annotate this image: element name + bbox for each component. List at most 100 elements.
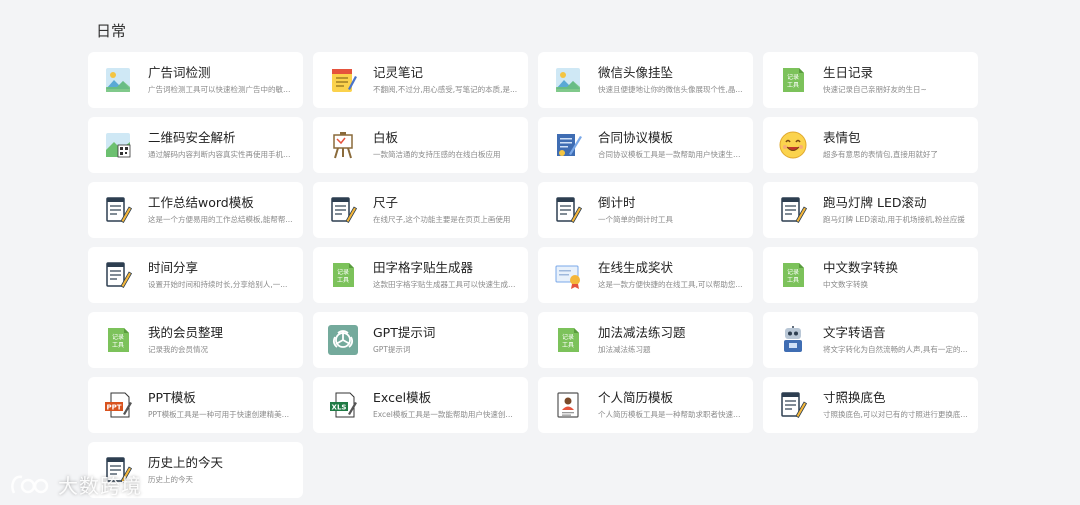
- tool-description: 快速且便捷地让你的微信头像展现个性,晶...: [598, 85, 743, 94]
- tools-page: 日常 广告词检测 广告词检测工具可以快速检测广告中的敏感词... 记灵笔记 不翻…: [0, 0, 1080, 505]
- tool-name: 微信头像挂坠: [598, 65, 674, 80]
- record-tool-icon: 记录 工具: [777, 64, 809, 96]
- svg-text:记录: 记录: [337, 268, 349, 276]
- tool-description: 历史上的今天: [148, 475, 193, 484]
- tool-description: 快速记录自己亲朋好友的生日~: [823, 85, 927, 94]
- tool-name: 合同协议模板: [598, 130, 674, 145]
- tool-card[interactable]: 记录 工具 加法减法练习题 加法减法练习题: [538, 312, 753, 368]
- tool-name: Excel模板: [373, 390, 432, 405]
- tool-card[interactable]: 文字转语音 将文字转化为自然流畅的人声,具有一定的...: [763, 312, 978, 368]
- svg-text:工具: 工具: [112, 342, 124, 349]
- tool-card[interactable]: 记录 工具 田字格字贴生成器 这款田字格字贴生成器工具可以快速生成定...: [313, 247, 528, 303]
- tool-card[interactable]: 合同协议模板 合同协议模板工具是一款帮助用户快速生成...: [538, 117, 753, 173]
- tool-card[interactable]: 记录 工具 生日记录 快速记录自己亲朋好友的生日~: [763, 52, 978, 108]
- tool-name: 尺子: [373, 195, 399, 210]
- tools-grid: 广告词检测 广告词检测工具可以快速检测广告中的敏感词... 记灵笔记 不翻阅,不…: [88, 52, 978, 498]
- tool-name: 倒计时: [598, 195, 636, 210]
- certificate-award-icon: [552, 259, 584, 291]
- robot-icon: [777, 324, 809, 356]
- tool-card[interactable]: 跑马灯牌 LED滚动 跑马灯牌 LED滚动,用于机场接机,粉丝应援: [763, 182, 978, 238]
- tool-card[interactable]: 寸照换底色 寸照换底色,可以对已有的寸照进行更换底色。: [763, 377, 978, 433]
- tool-description: 加法减法练习题: [598, 345, 651, 354]
- tool-name: 工作总结word模板: [148, 195, 254, 210]
- tool-description: 这款田字格字贴生成器工具可以快速生成定...: [373, 280, 518, 289]
- tool-name: 二维码安全解析: [148, 130, 236, 145]
- record-tool-icon: 记录 工具: [552, 324, 584, 356]
- tool-card[interactable]: 倒计时 一个简单的倒计时工具: [538, 182, 753, 238]
- tool-description: Excel模板工具是一款能帮助用户快速创建...: [373, 410, 518, 419]
- tool-name: 白板: [373, 130, 399, 145]
- tool-card[interactable]: 表情包 超多有意思的表情包,直接用就好了: [763, 117, 978, 173]
- document-pen-icon: [102, 259, 134, 291]
- tool-card[interactable]: 记灵笔记 不翻阅,不过分,用心感受,写笔记的本质,是...: [313, 52, 528, 108]
- watermark-text: 大数跨境: [58, 474, 142, 498]
- document-pen-icon: [102, 194, 134, 226]
- ppt-file-icon: PPT: [102, 389, 134, 421]
- tool-card[interactable]: PPT PPT模板 PPT模板工具是一种可用于快速创建精美的演...: [88, 377, 303, 433]
- tool-card[interactable]: 白板 一款简洁通的支持压感的在线白板应用: [313, 117, 528, 173]
- tool-name: 中文数字转换: [823, 260, 899, 275]
- tool-description: 超多有意思的表情包,直接用就好了: [823, 150, 938, 159]
- svg-text:记录: 记录: [112, 333, 124, 341]
- document-pen-icon: [777, 194, 809, 226]
- tool-description: 个人简历模板工具是一种帮助求职者快速创...: [598, 410, 743, 419]
- record-tool-icon: 记录 工具: [102, 324, 134, 356]
- tool-card[interactable]: 工作总结word模板 这是一个方便易用的工作总结模板,能帮帮...: [88, 182, 303, 238]
- notepad-icon: [327, 64, 359, 96]
- tool-name: 时间分享: [148, 260, 199, 275]
- tool-card[interactable]: 尺子 在线尺子,这个功能主要是在页页上画使用: [313, 182, 528, 238]
- svg-text:记录: 记录: [787, 73, 799, 81]
- tool-name: 跑马灯牌 LED滚动: [823, 195, 927, 210]
- smiley-emoji-icon: [777, 129, 809, 161]
- watermark-logo-icon: [11, 475, 49, 494]
- tool-card[interactable]: 广告词检测 广告词检测工具可以快速检测广告中的敏感词...: [88, 52, 303, 108]
- tool-card[interactable]: 时间分享 设置开始时间和持续时长,分享给别人,一...: [88, 247, 303, 303]
- tool-description: 寸照换底色,可以对已有的寸照进行更换底色。: [823, 410, 968, 419]
- record-tool-icon: 记录 工具: [777, 259, 809, 291]
- tool-description: 一款简洁通的支持压感的在线白板应用: [373, 150, 501, 159]
- tool-name: 生日记录: [823, 65, 874, 80]
- tool-card[interactable]: 记录 工具 中文数字转换 中文数字转换: [763, 247, 978, 303]
- tool-description: 记录我的会员情况: [148, 345, 208, 354]
- tool-name: 寸照换底色: [823, 390, 886, 405]
- tool-description: 不翻阅,不过分,用心感受,写笔记的本质,是...: [373, 85, 518, 94]
- tool-description: PPT模板工具是一种可用于快速创建精美的演...: [148, 410, 293, 419]
- section-title: 日常: [96, 22, 127, 40]
- tool-description: 将文字转化为自然流畅的人声,具有一定的...: [823, 345, 968, 354]
- qr-image-icon: [102, 129, 134, 161]
- tool-name: 田字格字贴生成器: [373, 260, 474, 275]
- svg-text:记录: 记录: [562, 333, 574, 341]
- svg-text:工具: 工具: [562, 342, 574, 349]
- tool-card[interactable]: XLS Excel模板 Excel模板工具是一款能帮助用户快速创建...: [313, 377, 528, 433]
- resume-person-icon: [552, 389, 584, 421]
- svg-text:工具: 工具: [787, 277, 799, 284]
- tool-description: 在线尺子,这个功能主要是在页页上画使用: [373, 215, 511, 224]
- tool-description: 一个简单的倒计时工具: [598, 215, 673, 224]
- tool-card[interactable]: 个人简历模板 个人简历模板工具是一种帮助求职者快速创...: [538, 377, 753, 433]
- tool-description: 跑马灯牌 LED滚动,用于机场接机,粉丝应援: [823, 215, 965, 224]
- svg-text:工具: 工具: [787, 82, 799, 89]
- tool-name: 文字转语音: [823, 325, 886, 340]
- tool-name: 历史上的今天: [148, 455, 224, 470]
- tool-card[interactable]: 微信头像挂坠 快速且便捷地让你的微信头像展现个性,晶...: [538, 52, 753, 108]
- document-pen-icon: [552, 194, 584, 226]
- tool-card[interactable]: 记录 工具 我的会员整理 记录我的会员情况: [88, 312, 303, 368]
- svg-text:记录: 记录: [787, 268, 799, 276]
- watermark: 大数跨境: [8, 470, 142, 499]
- svg-text:工具: 工具: [337, 277, 349, 284]
- contract-document-icon: [552, 129, 584, 161]
- tool-name: 记灵笔记: [373, 65, 424, 80]
- tool-card[interactable]: GPT提示词 GPT提示词: [313, 312, 528, 368]
- document-pen-icon: [777, 389, 809, 421]
- tool-description: GPT提示词: [373, 345, 411, 354]
- tool-card[interactable]: 二维码安全解析 通过解码内容判断内容真实性再使用手机扫...: [88, 117, 303, 173]
- tool-description: 通过解码内容判断内容真实性再使用手机扫...: [148, 150, 293, 159]
- tool-name: PPT模板: [148, 390, 196, 405]
- tool-description: 设置开始时间和持续时长,分享给别人,一...: [148, 280, 288, 289]
- tool-card[interactable]: 在线生成奖状 这是一款方便快捷的在线工具,可以帮助您...: [538, 247, 753, 303]
- whiteboard-easel-icon: [327, 129, 359, 161]
- tool-description: 这是一款方便快捷的在线工具,可以帮助您...: [598, 280, 743, 289]
- tool-name: GPT提示词: [373, 325, 436, 340]
- tool-name: 广告词检测: [148, 65, 211, 80]
- image-picture-icon: [552, 64, 584, 96]
